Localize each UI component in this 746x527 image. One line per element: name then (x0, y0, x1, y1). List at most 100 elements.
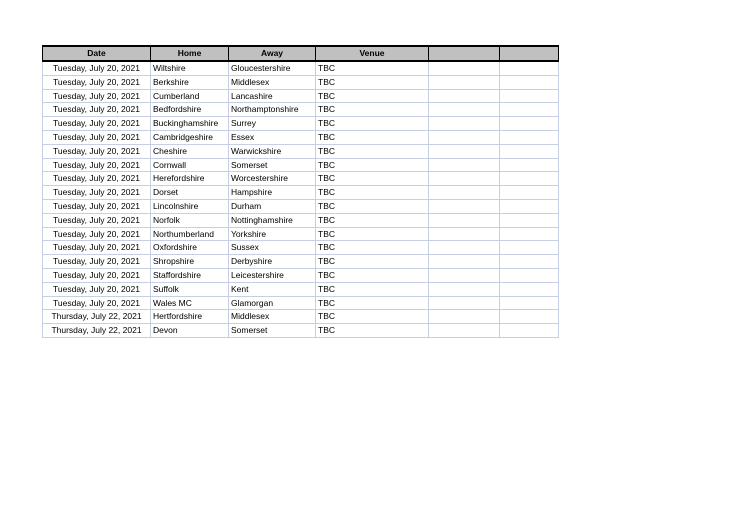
cell-extra1[interactable] (428, 74, 500, 90)
cell-extra2[interactable] (499, 226, 559, 242)
cell-extra2[interactable] (499, 212, 559, 228)
cell-date[interactable]: Tuesday, July 20, 2021 (42, 240, 151, 256)
cell-date[interactable]: Tuesday, July 20, 2021 (42, 102, 151, 118)
cell-away[interactable]: Essex (228, 129, 316, 145)
cell-extra2[interactable] (499, 281, 559, 297)
cell-date[interactable]: Thursday, July 22, 2021 (42, 309, 151, 325)
cell-date[interactable]: Tuesday, July 20, 2021 (42, 226, 151, 242)
cell-home[interactable]: Oxfordshire (150, 240, 229, 256)
cell-away[interactable]: Middlesex (228, 74, 316, 90)
cell-extra1[interactable] (428, 143, 500, 159)
column-header-away[interactable]: Away (228, 45, 316, 62)
cell-venue[interactable]: TBC (315, 254, 429, 269)
cell-away[interactable]: Worcestershire (228, 171, 316, 187)
cell-extra2[interactable] (499, 116, 559, 131)
cell-extra1[interactable] (428, 254, 500, 269)
cell-extra2[interactable] (499, 102, 559, 118)
cell-date[interactable]: Tuesday, July 20, 2021 (42, 267, 151, 283)
cell-away[interactable]: Sussex (228, 240, 316, 256)
cell-date[interactable]: Tuesday, July 20, 2021 (42, 129, 151, 145)
cell-home[interactable]: Cumberland (150, 88, 229, 104)
cell-away[interactable]: Lancashire (228, 88, 316, 104)
cell-away[interactable]: Hampshire (228, 185, 316, 200)
cell-away[interactable]: Surrey (228, 116, 316, 131)
cell-date[interactable]: Tuesday, July 20, 2021 (42, 185, 151, 200)
cell-extra2[interactable] (499, 254, 559, 269)
cell-extra1[interactable] (428, 323, 500, 338)
cell-date[interactable]: Tuesday, July 20, 2021 (42, 198, 151, 214)
cell-away[interactable]: Durham (228, 198, 316, 214)
cell-extra1[interactable] (428, 60, 500, 76)
cell-extra2[interactable] (499, 171, 559, 187)
cell-away[interactable]: Leicestershire (228, 267, 316, 283)
cell-date[interactable]: Tuesday, July 20, 2021 (42, 116, 151, 131)
cell-date[interactable]: Tuesday, July 20, 2021 (42, 157, 151, 173)
cell-date[interactable]: Tuesday, July 20, 2021 (42, 281, 151, 297)
column-header-extra2[interactable] (499, 45, 559, 62)
cell-venue[interactable]: TBC (315, 88, 429, 104)
cell-home[interactable]: Cambridgeshire (150, 129, 229, 145)
cell-extra1[interactable] (428, 226, 500, 242)
cell-extra1[interactable] (428, 267, 500, 283)
cell-extra2[interactable] (499, 295, 559, 311)
cell-extra2[interactable] (499, 88, 559, 104)
cell-extra1[interactable] (428, 295, 500, 311)
cell-extra2[interactable] (499, 267, 559, 283)
cell-home[interactable]: Suffolk (150, 281, 229, 297)
cell-date[interactable]: Thursday, July 22, 2021 (42, 323, 151, 338)
cell-venue[interactable]: TBC (315, 309, 429, 325)
cell-venue[interactable]: TBC (315, 198, 429, 214)
cell-extra1[interactable] (428, 281, 500, 297)
column-header-home[interactable]: Home (150, 45, 229, 62)
cell-extra1[interactable] (428, 129, 500, 145)
cell-venue[interactable]: TBC (315, 323, 429, 338)
cell-home[interactable]: Herefordshire (150, 171, 229, 187)
cell-date[interactable]: Tuesday, July 20, 2021 (42, 295, 151, 311)
cell-extra1[interactable] (428, 185, 500, 200)
column-header-extra1[interactable] (428, 45, 500, 62)
column-header-venue[interactable]: Venue (315, 45, 429, 62)
cell-venue[interactable]: TBC (315, 185, 429, 200)
cell-venue[interactable]: TBC (315, 240, 429, 256)
cell-extra1[interactable] (428, 88, 500, 104)
cell-away[interactable]: Warwickshire (228, 143, 316, 159)
cell-extra1[interactable] (428, 171, 500, 187)
cell-home[interactable]: Cheshire (150, 143, 229, 159)
cell-home[interactable]: Cornwall (150, 157, 229, 173)
cell-date[interactable]: Tuesday, July 20, 2021 (42, 60, 151, 76)
cell-home[interactable]: Norfolk (150, 212, 229, 228)
cell-extra2[interactable] (499, 198, 559, 214)
cell-extra2[interactable] (499, 157, 559, 173)
cell-venue[interactable]: TBC (315, 129, 429, 145)
cell-extra1[interactable] (428, 198, 500, 214)
cell-date[interactable]: Tuesday, July 20, 2021 (42, 171, 151, 187)
cell-home[interactable]: Staffordshire (150, 267, 229, 283)
cell-date[interactable]: Tuesday, July 20, 2021 (42, 74, 151, 90)
cell-extra2[interactable] (499, 240, 559, 256)
cell-away[interactable]: Gloucestershire (228, 60, 316, 76)
cell-date[interactable]: Tuesday, July 20, 2021 (42, 88, 151, 104)
cell-extra2[interactable] (499, 74, 559, 90)
cell-extra1[interactable] (428, 102, 500, 118)
cell-extra2[interactable] (499, 60, 559, 76)
cell-venue[interactable]: TBC (315, 226, 429, 242)
cell-extra1[interactable] (428, 212, 500, 228)
cell-home[interactable]: Shropshire (150, 254, 229, 269)
cell-away[interactable]: Somerset (228, 323, 316, 338)
cell-home[interactable]: Wales MC (150, 295, 229, 311)
cell-date[interactable]: Tuesday, July 20, 2021 (42, 143, 151, 159)
cell-home[interactable]: Berkshire (150, 74, 229, 90)
column-header-date[interactable]: Date (42, 45, 151, 62)
cell-home[interactable]: Northumberland (150, 226, 229, 242)
cell-venue[interactable]: TBC (315, 267, 429, 283)
cell-venue[interactable]: TBC (315, 102, 429, 118)
cell-away[interactable]: Kent (228, 281, 316, 297)
cell-away[interactable]: Somerset (228, 157, 316, 173)
cell-extra1[interactable] (428, 116, 500, 131)
cell-extra1[interactable] (428, 157, 500, 173)
cell-extra2[interactable] (499, 143, 559, 159)
cell-away[interactable]: Yorkshire (228, 226, 316, 242)
cell-home[interactable]: Wiltshire (150, 60, 229, 76)
cell-venue[interactable]: TBC (315, 143, 429, 159)
cell-home[interactable]: Bedfordshire (150, 102, 229, 118)
